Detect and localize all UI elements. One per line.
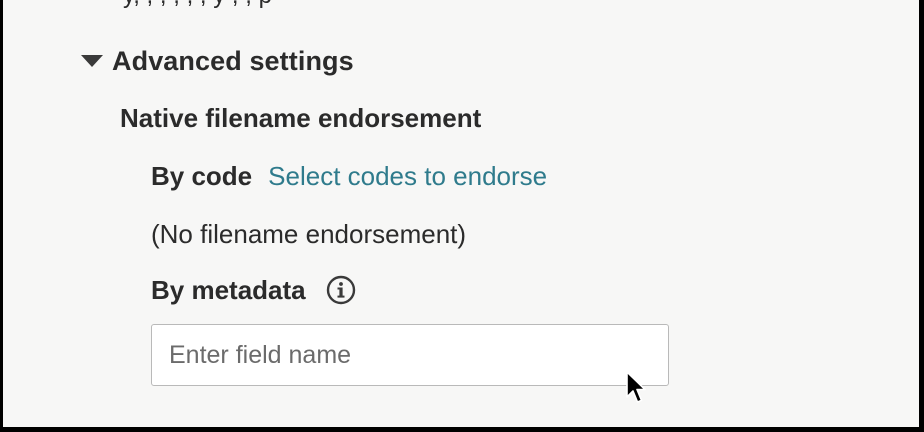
info-icon[interactable] bbox=[326, 275, 356, 305]
by-code-row: By code Select codes to endorse bbox=[151, 161, 547, 192]
caret-down-icon bbox=[81, 55, 103, 67]
advanced-settings-title: Advanced settings bbox=[112, 45, 354, 76]
by-code-label: By code bbox=[151, 161, 253, 191]
native-filename-endorsement-title: Native filename endorsement bbox=[120, 103, 482, 133]
cut-off-text: y, , , , , , y , , p bbox=[123, 0, 272, 10]
metadata-field-input[interactable] bbox=[151, 324, 669, 386]
advanced-settings-toggle[interactable]: Advanced settings bbox=[81, 44, 354, 78]
select-codes-link[interactable]: Select codes to endorse bbox=[268, 161, 547, 192]
no-endorsement-text: (No filename endorsement) bbox=[151, 219, 467, 249]
by-metadata-label: By metadata bbox=[151, 274, 306, 305]
dialog-panel: y, , , , , , y , , p Advanced settings N… bbox=[3, 0, 919, 427]
by-metadata-row: By metadata bbox=[151, 272, 356, 308]
mouse-pointer-icon bbox=[625, 370, 649, 406]
